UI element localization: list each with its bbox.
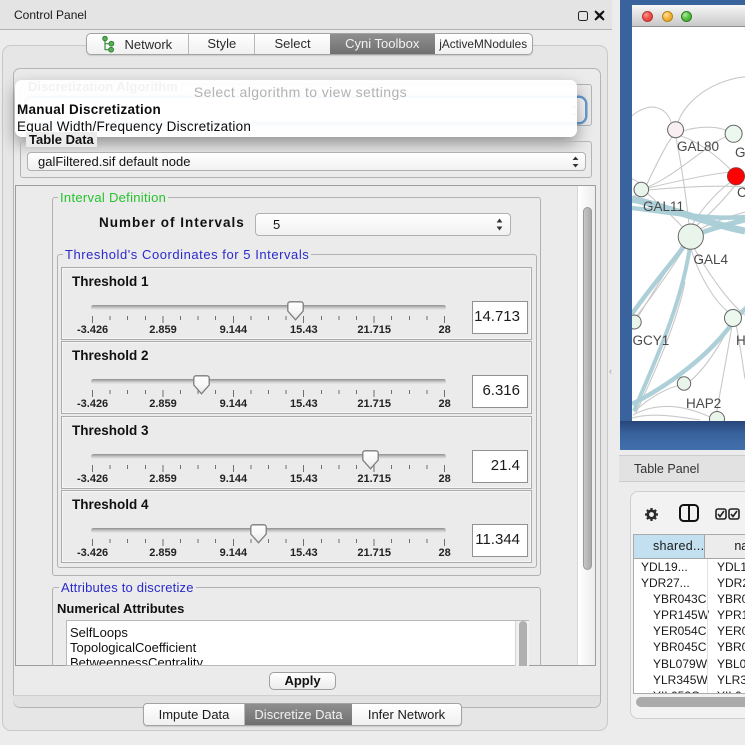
svg-text:GAL11: GAL11 <box>643 199 684 214</box>
svg-text:GA: GA <box>735 145 745 160</box>
svg-text:GAL4: GAL4 <box>694 252 729 267</box>
svg-text:HAP2: HAP2 <box>686 396 721 411</box>
svg-text:H: H <box>736 333 745 348</box>
svg-text:C: C <box>737 185 745 200</box>
svg-text:GAL80: GAL80 <box>677 139 719 154</box>
svg-text:GCY1: GCY1 <box>633 333 670 348</box>
